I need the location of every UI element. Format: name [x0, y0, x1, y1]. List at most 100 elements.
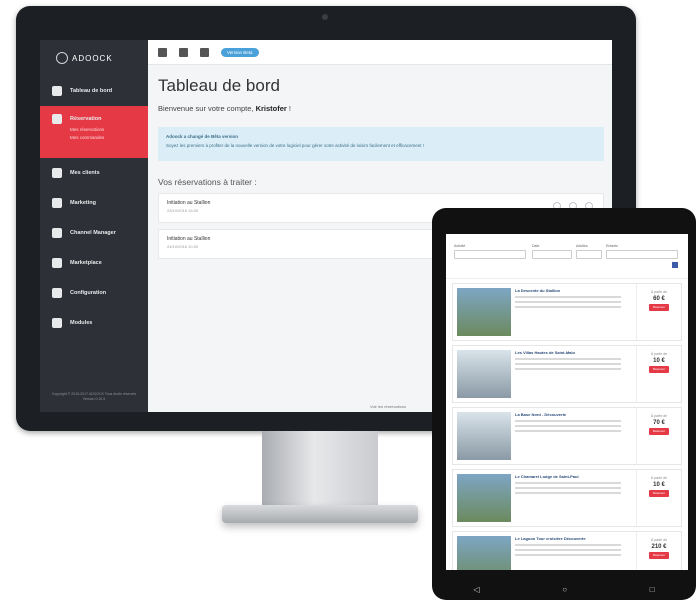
reservation-date: 23/10/2016 15:00 — [167, 208, 199, 213]
info-title: Adoock a changé de Bêta version — [166, 134, 239, 139]
sidebar-item-label: Marketing — [70, 200, 96, 206]
book-button[interactable]: Réserver — [649, 304, 669, 311]
welcome-text: Bienvenue sur votre compte, Kristofer ! — [158, 104, 604, 113]
sidebar-item-modules[interactable]: Modules — [40, 308, 148, 338]
listing-image — [457, 350, 511, 398]
calendar-icon[interactable] — [179, 47, 188, 57]
sidebar-subitem-reservations[interactable]: Mes réservations — [52, 127, 104, 132]
listing-title[interactable]: Les Villas Hautes de Saint-Malo — [515, 350, 636, 355]
sidebar-item-channel-manager[interactable]: Channel Manager — [40, 218, 148, 248]
monitor-base — [222, 505, 418, 523]
sidebar-item-dashboard[interactable]: Tableau de bord — [40, 76, 148, 106]
sidebar-item-clients[interactable]: Mes clients — [40, 158, 148, 188]
info-body: Soyez les premiers à profiter de la nouv… — [166, 143, 425, 148]
children-select[interactable] — [606, 250, 678, 259]
section-title: Vos réservations à traiter : — [158, 177, 257, 187]
user-name: Kristofer — [255, 104, 287, 113]
sidebar-subitem-orders[interactable]: Mes commandes — [52, 135, 104, 140]
logo-text: ADOOCK — [72, 53, 113, 63]
filter-label: Enfants — [606, 244, 618, 248]
top-bar: Version Beta — [148, 40, 612, 65]
listing-image — [457, 474, 511, 522]
price-prefix: À partir de — [650, 538, 668, 542]
dashboard-icon — [52, 86, 62, 96]
adults-stepper[interactable] — [576, 250, 602, 259]
price-prefix: À partir de — [650, 290, 668, 294]
sidebar-item-marketplace[interactable]: Marketplace — [40, 248, 148, 278]
listing-text: Le Chamarel Lodge de Saint-Paul — [515, 470, 636, 526]
reservation-name: Initiation au Stallion — [167, 236, 211, 242]
menu-icon[interactable] — [158, 47, 167, 57]
welcome-prefix: Bienvenue sur votre compte, — [158, 104, 256, 113]
price-value: 10 € — [653, 482, 665, 488]
gear-icon — [52, 288, 62, 298]
book-button[interactable]: Réserver — [649, 428, 669, 435]
sidebar-item-label: Configuration — [70, 290, 107, 296]
camera-dot — [322, 14, 328, 20]
listing-price: À partir de 210 € Réserver — [636, 532, 681, 570]
listing-title[interactable]: La Base Nord - Découverte — [515, 412, 636, 417]
book-button[interactable]: Réserver — [649, 366, 669, 373]
listing-image — [457, 536, 511, 570]
price-value: 210 € — [651, 544, 667, 550]
logo-icon — [56, 52, 68, 64]
sidebar-item-label: Modules — [70, 320, 93, 326]
tablet-filter-bar: Activité Date Adultes Enfants — [446, 234, 688, 279]
sidebar-item-label: Réservation — [70, 116, 102, 122]
home-icon[interactable]: ○ — [562, 585, 567, 594]
tablet-nav-bar: ◁ ○ □ — [432, 585, 696, 594]
search-button[interactable] — [672, 262, 678, 268]
reservation-date: 24/10/2016 10:00 — [167, 244, 199, 249]
sidebar-item-marketing[interactable]: Marketing — [40, 188, 148, 218]
view-reservations-link[interactable]: Voir les réservations — [370, 404, 406, 409]
app-logo[interactable]: ADOOCK — [40, 40, 148, 76]
activity-select[interactable] — [454, 250, 526, 259]
listing-image — [457, 288, 511, 336]
filter-label: Adultes — [576, 244, 588, 248]
listing-card[interactable]: Le Lagoon Tour croisière Découverte À pa… — [452, 531, 682, 570]
listing-title[interactable]: Le Chamarel Lodge de Saint-Paul — [515, 474, 636, 479]
listing-card[interactable]: La Descente du Stallion À partir de 60 €… — [452, 283, 682, 341]
sidebar-item-configuration[interactable]: Configuration — [40, 278, 148, 308]
listing-text: Les Villas Hautes de Saint-Malo — [515, 346, 636, 402]
back-icon[interactable]: ◁ — [473, 585, 479, 594]
calendar-icon — [52, 114, 62, 124]
reservation-name: Initiation au Stallion — [167, 200, 211, 206]
listing-price: À partir de 70 € Réserver — [636, 408, 681, 464]
listing-price: À partir de 10 € Réserver — [636, 470, 681, 526]
listing-title[interactable]: Le Lagoon Tour croisière Découverte — [515, 536, 636, 541]
listing-card[interactable]: Le Chamarel Lodge de Saint-Paul À partir… — [452, 469, 682, 527]
share-icon — [52, 228, 62, 238]
refresh-icon — [52, 198, 62, 208]
listing-image — [457, 412, 511, 460]
sidebar: ADOOCK Tableau de bord Réservation Mes r… — [40, 40, 148, 412]
puzzle-icon — [52, 318, 62, 328]
filter-label: Date — [532, 244, 540, 248]
tablet-device: Activité Date Adultes Enfants La Descent… — [432, 208, 696, 600]
calculator-icon[interactable] — [200, 47, 209, 57]
listing-text: La Descente du Stallion — [515, 284, 636, 340]
price-prefix: À partir de — [650, 476, 668, 480]
listing-card[interactable]: La Base Nord - Découverte À partir de 70… — [452, 407, 682, 465]
version-badge: Version Beta — [221, 47, 259, 57]
listing-card[interactable]: Les Villas Hautes de Saint-Malo À partir… — [452, 345, 682, 403]
listing-title[interactable]: La Descente du Stallion — [515, 288, 636, 293]
date-field[interactable] — [532, 250, 572, 259]
book-button[interactable]: Réserver — [649, 552, 669, 559]
listing-price: À partir de 10 € Réserver — [636, 346, 681, 402]
sidebar-item-reservation[interactable]: Réservation Mes réservations Mes command… — [40, 106, 148, 158]
recent-apps-icon[interactable]: □ — [650, 585, 655, 594]
welcome-suffix: ! — [286, 104, 291, 113]
sidebar-footer: Copyright © 2016-2017 ADOOCK Tous droits… — [51, 392, 137, 401]
sidebar-item-label: Channel Manager — [70, 230, 116, 236]
info-banner: Adoock a changé de Bêta version Soyez le… — [158, 127, 604, 161]
sidebar-item-label: Mes clients — [70, 170, 100, 176]
price-value: 70 € — [653, 420, 665, 426]
price-value: 60 € — [653, 296, 665, 302]
sidebar-item-label: Tableau de bord — [70, 88, 113, 94]
filter-label: Activité — [454, 244, 466, 248]
listing-text: La Base Nord - Découverte — [515, 408, 636, 464]
users-icon — [52, 168, 62, 178]
price-prefix: À partir de — [650, 414, 668, 418]
book-button[interactable]: Réserver — [649, 490, 669, 497]
